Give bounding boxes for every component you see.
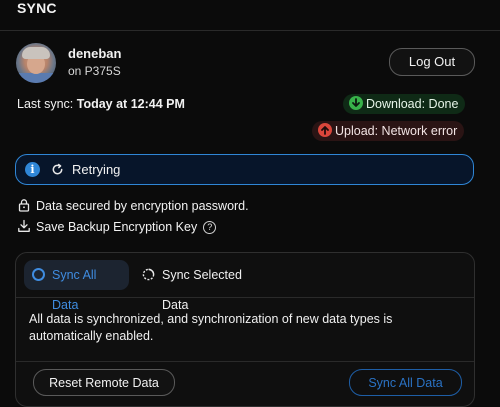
encryption-status-label: Data secured by encryption password. xyxy=(36,199,249,213)
download-status-icon xyxy=(349,96,363,110)
avatar xyxy=(16,43,56,83)
sync-settings-page: SYNC deneban on P375S Log Out Last sync:… xyxy=(0,0,500,407)
last-sync-row: Last sync: Today at 12:44 PM xyxy=(17,97,185,111)
download-status-badge: Download: Done xyxy=(343,94,466,114)
info-icon: i xyxy=(25,162,40,177)
upload-status-icon xyxy=(318,123,332,137)
save-backup-key-link[interactable]: Save Backup Encryption Key xyxy=(36,220,197,234)
sync-all-data-button[interactable]: Sync All Data xyxy=(349,369,462,396)
log-out-button[interactable]: Log Out xyxy=(389,48,475,76)
partial-sync-icon xyxy=(142,268,155,281)
last-sync-label: Last sync: xyxy=(17,97,77,111)
upload-status-badge: Upload: Network error xyxy=(312,121,465,141)
tab-sync-selected-data[interactable]: Sync Selected Data xyxy=(140,260,280,312)
download-icon xyxy=(18,219,30,232)
reset-remote-data-button[interactable]: Reset Remote Data xyxy=(33,369,175,396)
retry-label: Retrying xyxy=(72,162,121,177)
help-icon[interactable]: ? xyxy=(203,221,217,234)
retry-status-bar: i Retrying xyxy=(15,154,474,185)
sync-options-card: Sync All Data Sync Selected Data All dat… xyxy=(15,252,475,407)
refresh-icon xyxy=(52,163,63,175)
upload-status-label: Upload: Network error xyxy=(335,124,458,138)
encryption-status-row: Data secured by encryption password. xyxy=(17,198,249,213)
lock-icon xyxy=(18,199,30,212)
account-name: deneban xyxy=(68,46,122,61)
radio-selected-icon xyxy=(32,268,45,281)
header: SYNC xyxy=(0,0,500,30)
card-footer-divider xyxy=(16,361,474,362)
page-title: SYNC xyxy=(17,0,57,16)
save-backup-key-row[interactable]: Save Backup Encryption Key? xyxy=(17,219,217,234)
tab-sync-selected-data-label: Sync Selected Data xyxy=(162,268,242,312)
tab-sync-all-data[interactable]: Sync All Data xyxy=(24,260,129,312)
download-status-label: Download: Done xyxy=(366,97,459,111)
account-device: on P375S xyxy=(68,64,121,78)
tab-sync-all-data-label: Sync All Data xyxy=(52,268,97,312)
last-sync-value: Today at 12:44 PM xyxy=(76,97,185,111)
sync-mode-tabs: Sync All Data Sync Selected Data xyxy=(16,253,474,312)
sync-description: All data is synchronized, and synchroniz… xyxy=(29,312,393,343)
header-divider xyxy=(0,30,500,31)
